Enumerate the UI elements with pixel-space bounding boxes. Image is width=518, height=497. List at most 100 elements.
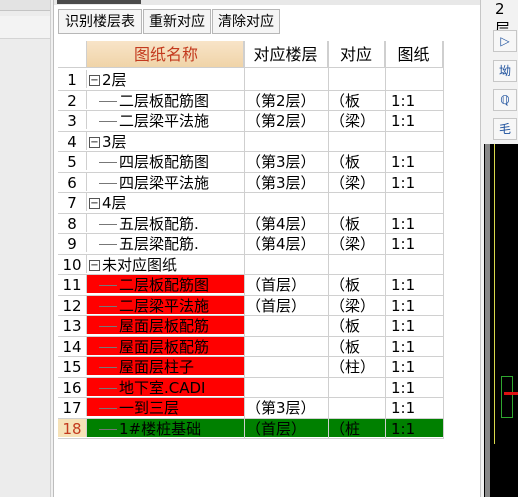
row-scale[interactable]: 1:1 <box>387 111 443 129</box>
row-floor[interactable]: （第2层） <box>246 91 328 109</box>
drawing-row[interactable]: 一到三层 <box>87 398 244 416</box>
row-mapping[interactable]: （板 <box>330 337 385 355</box>
row-scale[interactable] <box>387 255 443 273</box>
row-floor[interactable] <box>246 70 328 88</box>
row-scale[interactable]: 1:1 <box>387 152 443 170</box>
row-mapping[interactable] <box>330 193 385 211</box>
clear-mapping-button[interactable]: 清除对应 <box>212 9 280 34</box>
row-scale[interactable]: 1:1 <box>387 418 443 437</box>
drawing-row[interactable]: 地下室.CADI <box>87 377 244 396</box>
identify-floor-table-button[interactable]: 识别楼层表 <box>58 9 142 34</box>
row-scale[interactable] <box>387 132 443 150</box>
drawing-row[interactable]: 二层梁平法施 <box>87 111 244 129</box>
cad-drawing-canvas[interactable] <box>484 144 518 497</box>
row-floor[interactable]: （首层） <box>246 275 328 293</box>
drawing-name: 四层板配筋图 <box>119 153 210 170</box>
row-floor[interactable]: （第3层） <box>246 152 328 170</box>
drawing-row[interactable]: 屋面层板配筋 <box>87 336 244 355</box>
group-row[interactable]: −2层 <box>87 70 244 88</box>
mapping-header[interactable]: 对应 <box>328 41 385 68</box>
row-floor[interactable]: （首层） <box>246 418 328 437</box>
row-scale[interactable] <box>387 70 443 88</box>
row-mapping[interactable] <box>330 70 385 88</box>
drawing-row[interactable]: 五层板配筋. <box>87 214 244 232</box>
collapse-toggle-icon[interactable]: − <box>89 75 100 86</box>
row-mapping[interactable]: （梁） <box>330 234 385 252</box>
row-mapping[interactable] <box>330 398 385 416</box>
row-mapping[interactable] <box>330 255 385 273</box>
group-row[interactable]: −3层 <box>87 132 244 150</box>
row-mapping[interactable]: （板 <box>330 275 385 293</box>
row-scale[interactable]: 1:1 <box>387 316 443 334</box>
floor-header[interactable]: 对应楼层 <box>244 41 328 68</box>
drawing-row[interactable]: 四层梁平法施 <box>87 173 244 191</box>
row-scale[interactable]: 1:1 <box>387 173 443 191</box>
dimension-tool-button[interactable]: 毛 <box>493 118 517 140</box>
row-floor[interactable] <box>246 132 328 150</box>
row-number: 10 <box>58 254 87 273</box>
select-tool-button[interactable]: ▷ <box>493 30 517 52</box>
row-floor[interactable]: （第4层） <box>246 214 328 232</box>
drawing-scale-header[interactable]: 图纸 <box>385 41 443 68</box>
row-mapping[interactable]: （板 <box>330 152 385 170</box>
row-mapping[interactable]: （柱） <box>330 357 385 375</box>
row-scale[interactable]: 1:1 <box>387 214 443 232</box>
row-floor[interactable]: （第4层） <box>246 234 328 252</box>
drawing-row[interactable]: 二层板配筋图 <box>87 91 244 109</box>
drawing-row[interactable]: 四层板配筋图 <box>87 152 244 170</box>
collapse-toggle-icon[interactable]: − <box>89 136 100 148</box>
tree-connector <box>99 182 117 184</box>
query-tool-button[interactable]: ℚ <box>493 89 517 111</box>
row-scale[interactable]: 1:1 <box>387 91 443 109</box>
row-mapping[interactable]: （梁） <box>330 111 385 129</box>
drawing-row[interactable]: 屋面层板配筋 <box>87 316 244 334</box>
row-scale[interactable]: 1:1 <box>387 234 443 252</box>
drawing-name: 五层板配筋. <box>119 214 199 232</box>
drawing-name: 一到三层 <box>119 399 180 416</box>
row-scale[interactable]: 1:1 <box>387 357 443 375</box>
drawing-row[interactable]: 屋面层柱子 <box>87 357 244 375</box>
row-scale[interactable]: 1:1 <box>387 296 443 314</box>
tree-connector <box>99 387 117 389</box>
row-floor[interactable]: （首层） <box>246 296 328 314</box>
row-floor[interactable] <box>246 255 328 273</box>
row-number: 11 <box>58 275 87 293</box>
row-mapping[interactable]: （板 <box>330 316 385 334</box>
panel-active-tab[interactable] <box>57 0 141 4</box>
row-mapping[interactable]: （桩 <box>330 418 385 437</box>
row-scale[interactable]: 1:1 <box>387 337 443 355</box>
row-number: 3 <box>58 111 87 129</box>
row-floor[interactable] <box>246 193 328 211</box>
row-mapping[interactable]: （梁） <box>330 296 385 314</box>
row-mapping[interactable] <box>330 132 385 150</box>
row-scale[interactable]: 1:1 <box>387 398 443 416</box>
row-floor[interactable] <box>246 357 328 375</box>
remap-button[interactable]: 重新对应 <box>143 9 211 34</box>
collapse-toggle-icon[interactable]: − <box>89 198 100 209</box>
row-floor[interactable] <box>246 337 328 355</box>
row-mapping[interactable] <box>330 378 385 396</box>
collapse-toggle-icon[interactable]: − <box>89 259 100 271</box>
row-mapping[interactable]: （板 <box>330 214 385 232</box>
row-floor[interactable]: （第3层） <box>246 173 328 191</box>
row-number: 7 <box>58 193 87 211</box>
row-floor[interactable]: （第2层） <box>246 111 328 129</box>
row-mapping[interactable]: （梁） <box>330 173 385 191</box>
drawing-row[interactable]: 五层梁配筋. <box>87 234 244 252</box>
row-scale[interactable] <box>387 193 443 211</box>
drawing-name-header[interactable]: 图纸名称 <box>87 41 244 68</box>
row-scale[interactable]: 1:1 <box>387 378 443 396</box>
row-floor[interactable] <box>246 378 328 396</box>
canvas-scrollbar[interactable] <box>485 144 490 497</box>
row-scale[interactable]: 1:1 <box>387 275 443 293</box>
drawing-row[interactable]: 二层板配筋图 <box>87 275 244 293</box>
group-row[interactable]: −4层 <box>87 193 244 211</box>
layer-tool-button[interactable]: 坳 <box>493 60 517 82</box>
row-floor[interactable]: （第3层） <box>246 398 328 416</box>
row-mapping[interactable]: （板 <box>330 91 385 109</box>
tree-connector <box>99 162 117 163</box>
row-floor[interactable] <box>246 316 328 334</box>
group-row[interactable]: − 未对应图纸 <box>87 255 244 273</box>
row-number: 5 <box>58 152 87 170</box>
drawing-row[interactable]: 二层梁平法施 <box>87 295 244 314</box>
